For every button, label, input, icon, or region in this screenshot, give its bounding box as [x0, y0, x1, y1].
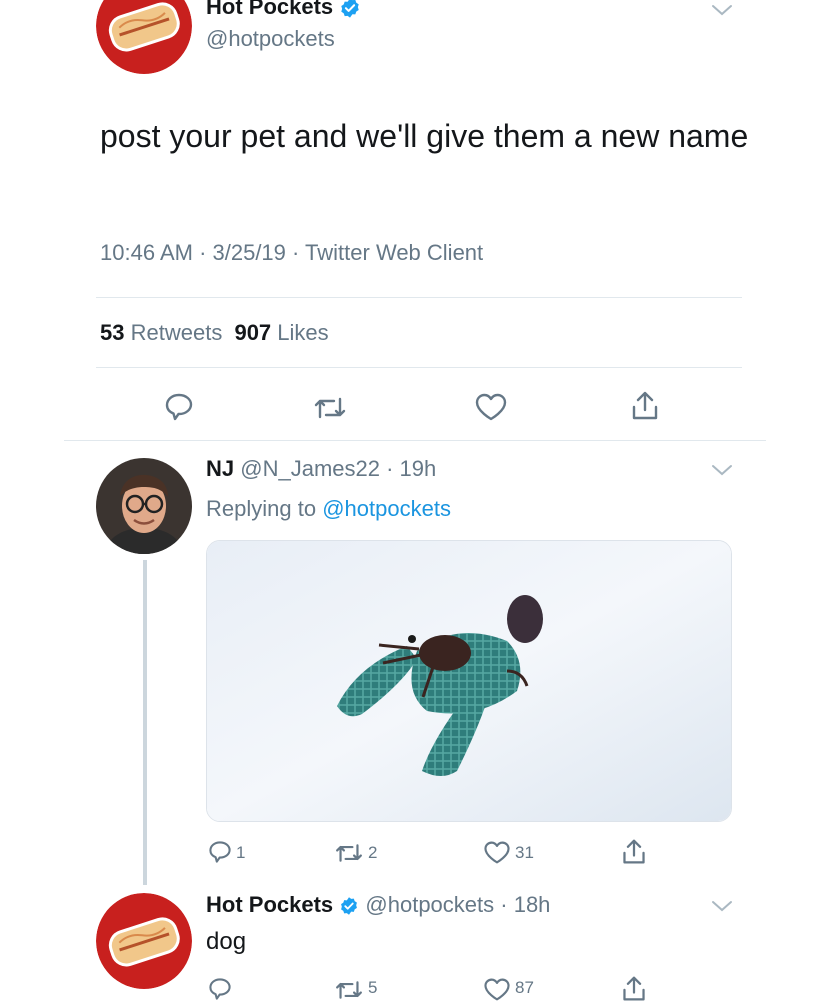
retweet-count: 5 — [368, 978, 378, 997]
like-count: 87 — [515, 978, 534, 997]
hotpockets-avatar[interactable] — [96, 893, 192, 989]
divider — [96, 297, 742, 298]
tweet-text: dog — [206, 928, 247, 955]
handle[interactable]: @N_James22 — [240, 456, 380, 481]
handle[interactable]: @hotpockets — [206, 26, 335, 52]
reply-icon[interactable] — [207, 840, 233, 864]
thread-line — [143, 560, 147, 885]
share-icon[interactable] — [621, 838, 647, 866]
retweet-icon[interactable] — [313, 395, 347, 421]
verified-badge-icon — [339, 0, 361, 19]
timestamp[interactable]: · 19h — [386, 456, 436, 481]
replying-to-label: Replying to — [206, 496, 317, 521]
share-icon[interactable] — [630, 390, 660, 422]
chevron-down-icon[interactable] — [710, 462, 734, 478]
handle[interactable]: @hotpockets — [365, 892, 494, 917]
like-count: 31 — [515, 843, 534, 862]
tweet-text: post your pet and we'll give them a new … — [100, 118, 749, 154]
retweet-icon[interactable] — [334, 842, 364, 864]
nj-avatar[interactable] — [96, 458, 192, 554]
reply-count: 1 — [236, 843, 246, 862]
retweet-icon[interactable] — [334, 979, 364, 1001]
like-icon[interactable] — [483, 840, 511, 865]
reply-icon[interactable] — [163, 392, 195, 422]
divider — [96, 367, 742, 368]
likes-label[interactable]: Likes — [277, 320, 328, 345]
hotpockets-avatar[interactable] — [96, 0, 192, 74]
replying-to-handle[interactable]: @hotpockets — [322, 496, 451, 521]
share-icon[interactable] — [621, 975, 647, 1003]
retweets-label[interactable]: Retweets — [131, 320, 223, 345]
timestamp[interactable]: · 18h — [500, 892, 550, 917]
engagement-stats: 53 Retweets 907 Likes — [100, 320, 329, 346]
display-name[interactable]: Hot Pockets — [206, 0, 333, 19]
display-name[interactable]: Hot Pockets — [206, 892, 333, 917]
reply-icon[interactable] — [207, 977, 233, 1001]
like-icon[interactable] — [474, 392, 508, 422]
likes-count[interactable]: 907 — [234, 320, 271, 345]
retweet-count: 2 — [368, 843, 378, 862]
chevron-down-icon[interactable] — [710, 2, 734, 18]
verified-badge-icon — [339, 896, 359, 916]
tweet-meta: 10:46 AM · 3/25/19 · Twitter Web Client — [100, 240, 484, 265]
divider — [64, 440, 766, 441]
chevron-down-icon[interactable] — [710, 898, 734, 914]
attached-photo[interactable] — [206, 540, 732, 822]
retweets-count[interactable]: 53 — [100, 320, 124, 345]
like-icon[interactable] — [483, 977, 511, 1002]
display-name[interactable]: NJ — [206, 456, 234, 481]
